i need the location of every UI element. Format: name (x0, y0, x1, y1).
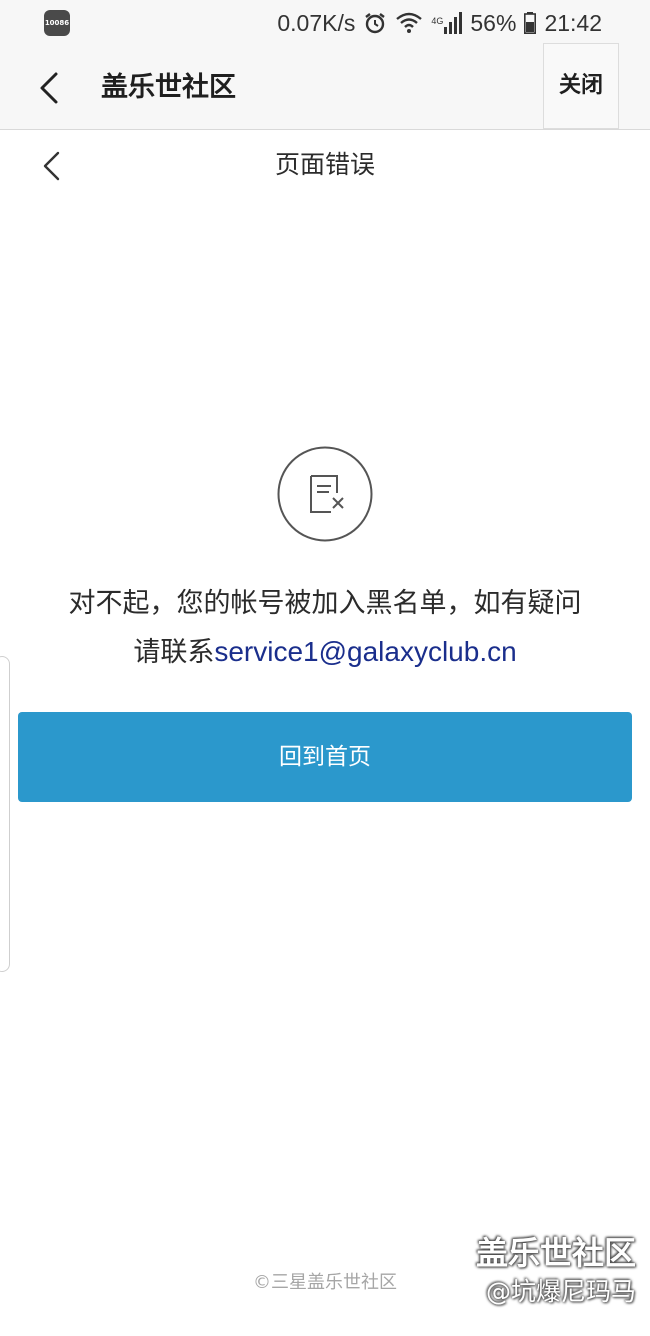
clock-time: 21:42 (544, 9, 602, 36)
signal-icon: 4G (431, 12, 463, 34)
alarm-icon (363, 11, 387, 35)
watermark-author: @坑爆尼玛马 (485, 1277, 636, 1306)
battery-percent: 56% (470, 9, 517, 36)
battery-icon (524, 12, 537, 34)
page-back-icon[interactable] (34, 146, 74, 186)
status-indicators: 0.07K/s 4G 56% 21:42 (277, 0, 602, 46)
wifi-icon (395, 12, 423, 34)
network-speed: 0.07K/s (277, 9, 356, 36)
app-title: 盖乐世社区 (101, 72, 236, 103)
back-arrow-icon[interactable] (30, 68, 70, 108)
watermark-title: 盖乐世社区 (475, 1234, 636, 1272)
edge-panel-handle[interactable] (0, 656, 10, 972)
close-button[interactable]: 关闭 (543, 43, 619, 129)
watermark: 盖乐世社区 @坑爆尼玛马 (476, 1232, 636, 1310)
support-email-link[interactable]: service1@galaxyclub.cn (214, 636, 516, 667)
contact-prefix: 请联系 (133, 637, 215, 668)
app-header: 盖乐世社区 关闭 (0, 43, 650, 130)
home-button[interactable]: 回到首页 (18, 712, 632, 802)
status-bar: 10086 0.07K/s 4G 56% 21:42 (0, 0, 650, 46)
carrier-icon: 10086 (44, 10, 70, 36)
error-line-1: 对不起，您的帐号被加入黑名单，如有疑问 (68, 588, 582, 619)
document-error-icon (277, 446, 373, 542)
signal-label: 4G (431, 16, 444, 26)
error-line-2: 请联系service1@galaxyclub.cn (0, 628, 650, 677)
page-title: 页面错误 (274, 150, 375, 179)
error-message: 对不起，您的帐号被加入黑名单，如有疑问 请联系service1@galaxycl… (0, 580, 650, 677)
